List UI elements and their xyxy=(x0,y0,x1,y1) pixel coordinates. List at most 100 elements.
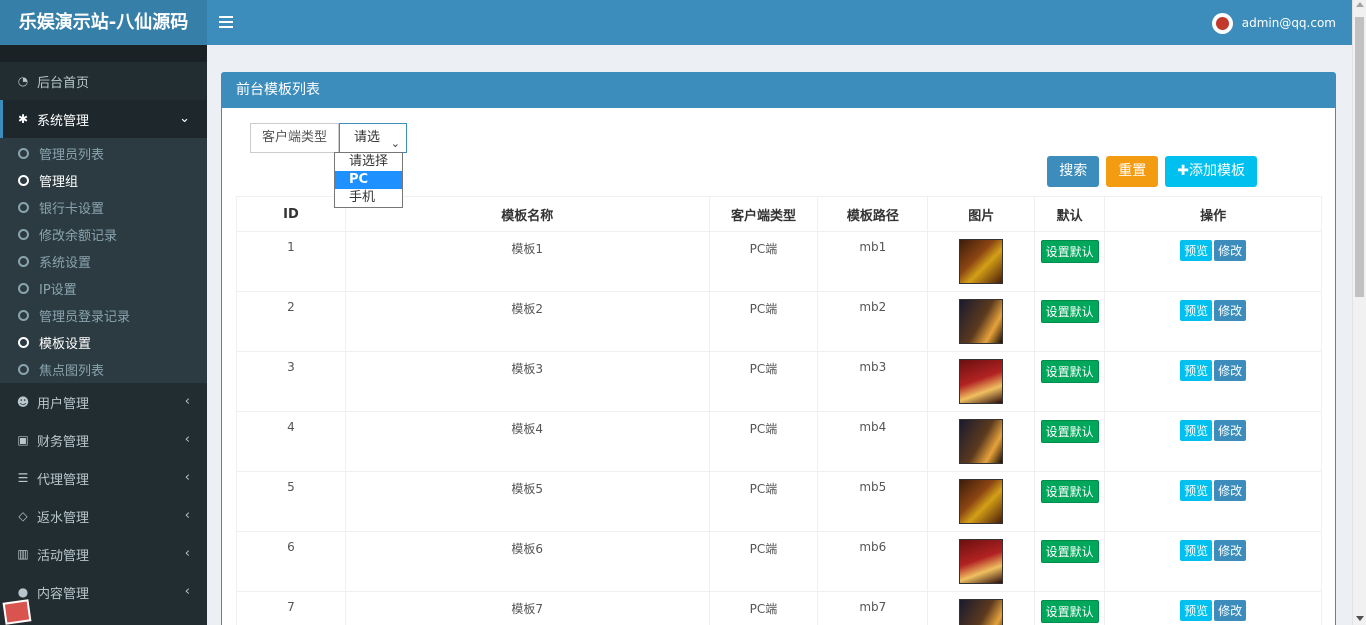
users-icon: ☻ xyxy=(16,395,30,409)
sidebar-item-content[interactable]: ● 内容管理 ‹ xyxy=(0,573,207,611)
chevron-left-icon: ‹ xyxy=(184,584,190,599)
sidebar-subitem-balance-log[interactable]: 修改余额记录 xyxy=(0,221,207,248)
column-header: ID xyxy=(236,196,346,232)
column-header: 客户端类型 xyxy=(708,196,819,232)
template-thumbnail[interactable] xyxy=(959,539,1004,584)
sidebar-item-label: 系统设置 xyxy=(39,256,92,271)
sidebar-subitem-system-settings[interactable]: 系统设置 xyxy=(0,248,207,275)
reset-button[interactable]: 重置 xyxy=(1106,156,1159,187)
sidebar-item-label: 系统管理 xyxy=(37,113,90,129)
sidebar-subitem-focus-images[interactable]: 焦点图列表 xyxy=(0,356,207,383)
template-table: ID 模板名称 客户端类型 模板路径 图片 默认 操作 1 模板1 PC端 mb… xyxy=(236,196,1322,625)
sidebar-item-agents[interactable]: ☰ 代理管理 ‹ xyxy=(0,459,207,497)
cell-default: 设置默认 xyxy=(1034,351,1106,412)
cell-actions: 预览 修改 xyxy=(1104,531,1322,592)
cell-path: mb1 xyxy=(817,231,929,292)
cell-client: PC端 xyxy=(708,411,819,472)
set-default-button[interactable]: 设置默认 xyxy=(1040,600,1099,623)
sidebar-item-system[interactable]: ✱ 系统管理 ⌄ xyxy=(0,100,207,138)
cell-image xyxy=(927,411,1036,472)
sidebar-subitem-template-settings[interactable]: 模板设置 xyxy=(0,329,207,356)
circle-icon xyxy=(18,256,29,267)
page-scrollbar[interactable] xyxy=(1352,0,1366,625)
scrollbar-thumb[interactable] xyxy=(1355,17,1364,297)
list-icon: ☰ xyxy=(17,471,29,485)
sidebar-item-home[interactable]: ◔ 后台首页 xyxy=(0,62,207,100)
set-default-button[interactable]: 设置默认 xyxy=(1040,540,1099,563)
cell-id: 1 xyxy=(236,231,346,292)
menu-toggle-icon[interactable] xyxy=(219,13,233,31)
client-type-dropdown: 请选择 PC 手机 xyxy=(334,152,403,208)
dropdown-option-selected[interactable]: PC xyxy=(335,171,402,189)
sidebar-item-users[interactable]: ☻ 用户管理 ‹ xyxy=(0,383,207,421)
cell-actions: 预览 修改 xyxy=(1104,231,1322,292)
edit-button[interactable]: 修改 xyxy=(1214,360,1247,381)
set-default-button[interactable]: 设置默认 xyxy=(1040,480,1099,503)
preview-button[interactable]: 预览 xyxy=(1180,480,1213,501)
set-default-button[interactable]: 设置默认 xyxy=(1040,420,1099,443)
cell-image xyxy=(927,531,1036,592)
set-default-button[interactable]: 设置默认 xyxy=(1040,240,1099,263)
preview-button[interactable]: 预览 xyxy=(1180,240,1213,261)
sidebar-item-rebate[interactable]: ◇ 返水管理 ‹ xyxy=(0,497,207,535)
template-thumbnail[interactable] xyxy=(959,299,1004,344)
sidebar-item-label: 模板设置 xyxy=(39,337,92,352)
cell-image xyxy=(927,291,1036,352)
add-template-button[interactable]: ✚添加模板 xyxy=(1165,156,1257,187)
scroll-up-icon[interactable] xyxy=(1356,2,1364,7)
sidebar-item-label: 财务管理 xyxy=(37,434,90,450)
template-list-panel: 前台模板列表 客户端类型 请选 ⌄ 请选择 PC 手机 搜索 重置 ✚添加模板 … xyxy=(221,72,1336,625)
edit-button[interactable]: 修改 xyxy=(1214,540,1247,561)
chevron-left-icon: ‹ xyxy=(184,508,190,523)
sidebar-item-activities[interactable]: ▥ 活动管理 ‹ xyxy=(0,535,207,573)
preview-button[interactable]: 预览 xyxy=(1180,360,1213,381)
dashboard-icon: ◔ xyxy=(17,74,29,88)
cell-path: mb7 xyxy=(817,591,929,625)
edit-button[interactable]: 修改 xyxy=(1214,480,1247,501)
set-default-button[interactable]: 设置默认 xyxy=(1040,360,1099,383)
cell-actions: 预览 修改 xyxy=(1104,351,1322,412)
scroll-down-icon[interactable] xyxy=(1356,616,1364,621)
edit-button[interactable]: 修改 xyxy=(1214,300,1247,321)
dropdown-option[interactable]: 手机 xyxy=(335,189,402,207)
column-header: 默认 xyxy=(1034,196,1106,232)
search-button[interactable]: 搜索 xyxy=(1047,156,1100,187)
edit-button[interactable]: 修改 xyxy=(1214,420,1247,441)
user-email: admin@qq.com xyxy=(1241,16,1336,30)
template-thumbnail[interactable] xyxy=(959,239,1004,284)
sidebar-item-finance[interactable]: ▣ 财务管理 ‹ xyxy=(0,421,207,459)
user-menu[interactable]: admin@qq.com xyxy=(1211,12,1336,34)
template-thumbnail[interactable] xyxy=(959,599,1004,625)
preview-button[interactable]: 预览 xyxy=(1180,420,1213,441)
preview-button[interactable]: 预览 xyxy=(1180,600,1213,621)
sidebar-subitem-admin-list[interactable]: 管理员列表 xyxy=(0,140,207,167)
action-buttons: 搜索 重置 ✚添加模板 xyxy=(1047,156,1257,187)
set-default-button[interactable]: 设置默认 xyxy=(1040,300,1099,323)
cell-id: 6 xyxy=(236,531,346,592)
preview-button[interactable]: 预览 xyxy=(1180,540,1213,561)
template-thumbnail[interactable] xyxy=(959,359,1004,404)
template-thumbnail[interactable] xyxy=(959,479,1004,524)
cell-client: PC端 xyxy=(708,531,819,592)
template-thumbnail[interactable] xyxy=(959,419,1004,464)
client-type-select[interactable]: 请选 ⌄ xyxy=(339,123,408,153)
cell-path: mb6 xyxy=(817,531,929,592)
cell-name: 模板2 xyxy=(344,291,710,352)
circle-icon xyxy=(18,202,29,213)
sidebar-subitem-bank-card[interactable]: 银行卡设置 xyxy=(0,194,207,221)
app-logo[interactable]: 乐娱演示站-八仙源码 xyxy=(0,0,207,45)
sidebar-subitem-login-log[interactable]: 管理员登录记录 xyxy=(0,302,207,329)
edit-button[interactable]: 修改 xyxy=(1214,600,1247,621)
edit-button[interactable]: 修改 xyxy=(1214,240,1247,261)
circle-icon xyxy=(18,337,29,348)
dropdown-option[interactable]: 请选择 xyxy=(335,153,402,171)
preview-button[interactable]: 预览 xyxy=(1180,300,1213,321)
circle-icon xyxy=(18,175,29,186)
sidebar-item-label: 管理员列表 xyxy=(39,148,105,163)
money-icon: ▣ xyxy=(17,433,29,447)
sidebar-subitem-admin-group[interactable]: 管理组 xyxy=(0,167,207,194)
table-row: 3 模板3 PC端 mb3 设置默认 预览 修改 xyxy=(236,351,1322,412)
sidebar-item-label: 后台首页 xyxy=(37,75,90,91)
sidebar-subitem-ip-settings[interactable]: IP设置 xyxy=(0,275,207,302)
table-row: 6 模板6 PC端 mb6 设置默认 预览 修改 xyxy=(236,531,1322,592)
